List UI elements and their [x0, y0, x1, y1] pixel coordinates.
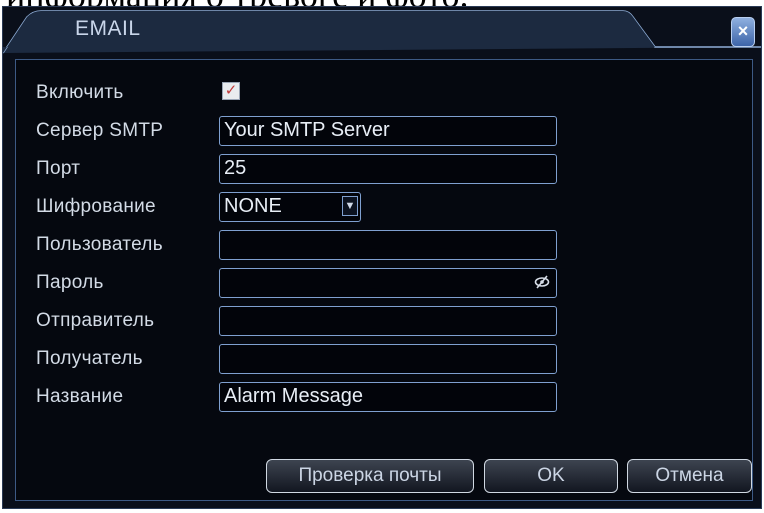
- subject-label: Название: [36, 386, 124, 407]
- sender-input[interactable]: [219, 306, 557, 336]
- row-port: Порт 25: [16, 154, 752, 186]
- row-enable: Включить ✓: [16, 78, 752, 110]
- recipient-label: Получатель: [36, 348, 143, 369]
- row-encryption: Шифрование NONE ▼: [16, 192, 752, 224]
- port-label: Порт: [36, 158, 81, 179]
- encryption-value: NONE: [224, 195, 282, 217]
- sender-label: Отправитель: [36, 310, 155, 331]
- subject-input[interactable]: Alarm Message: [219, 382, 557, 412]
- email-dialog: EMAIL × Включить ✓ Сервер SMTP Your SMTP…: [2, 6, 762, 509]
- port-input[interactable]: 25: [219, 154, 557, 184]
- password-label: Пароль: [36, 272, 104, 293]
- password-input[interactable]: [219, 268, 557, 298]
- user-input[interactable]: [219, 230, 557, 260]
- cancel-button[interactable]: Отмена: [627, 459, 752, 493]
- recipient-input[interactable]: [219, 344, 557, 374]
- enable-label: Включить: [36, 82, 124, 103]
- row-subject: Название Alarm Message: [16, 382, 752, 414]
- dialog-title: EMAIL: [75, 17, 141, 40]
- enable-checkbox[interactable]: ✓: [222, 82, 240, 100]
- chevron-down-icon[interactable]: ▼: [342, 196, 358, 216]
- row-sender: Отправитель: [16, 306, 752, 338]
- test-mail-button[interactable]: Проверка почты: [266, 459, 474, 493]
- row-user: Пользователь: [16, 230, 752, 262]
- title-bar: EMAIL ×: [3, 7, 761, 57]
- user-label: Пользователь: [36, 234, 163, 255]
- row-smtp-server: Сервер SMTP Your SMTP Server: [16, 116, 752, 148]
- encryption-label: Шифрование: [36, 196, 156, 217]
- form-panel: Включить ✓ Сервер SMTP Your SMTP Server …: [15, 59, 753, 501]
- row-password: Пароль: [16, 268, 752, 300]
- eye-hidden-icon[interactable]: [534, 275, 550, 289]
- smtp-server-label: Сервер SMTP: [36, 120, 164, 141]
- ok-button[interactable]: OK: [484, 459, 618, 493]
- encryption-select[interactable]: NONE ▼: [219, 192, 361, 222]
- close-button[interactable]: ×: [731, 17, 755, 47]
- row-recipient: Получатель: [16, 344, 752, 376]
- smtp-server-input[interactable]: Your SMTP Server: [219, 116, 557, 146]
